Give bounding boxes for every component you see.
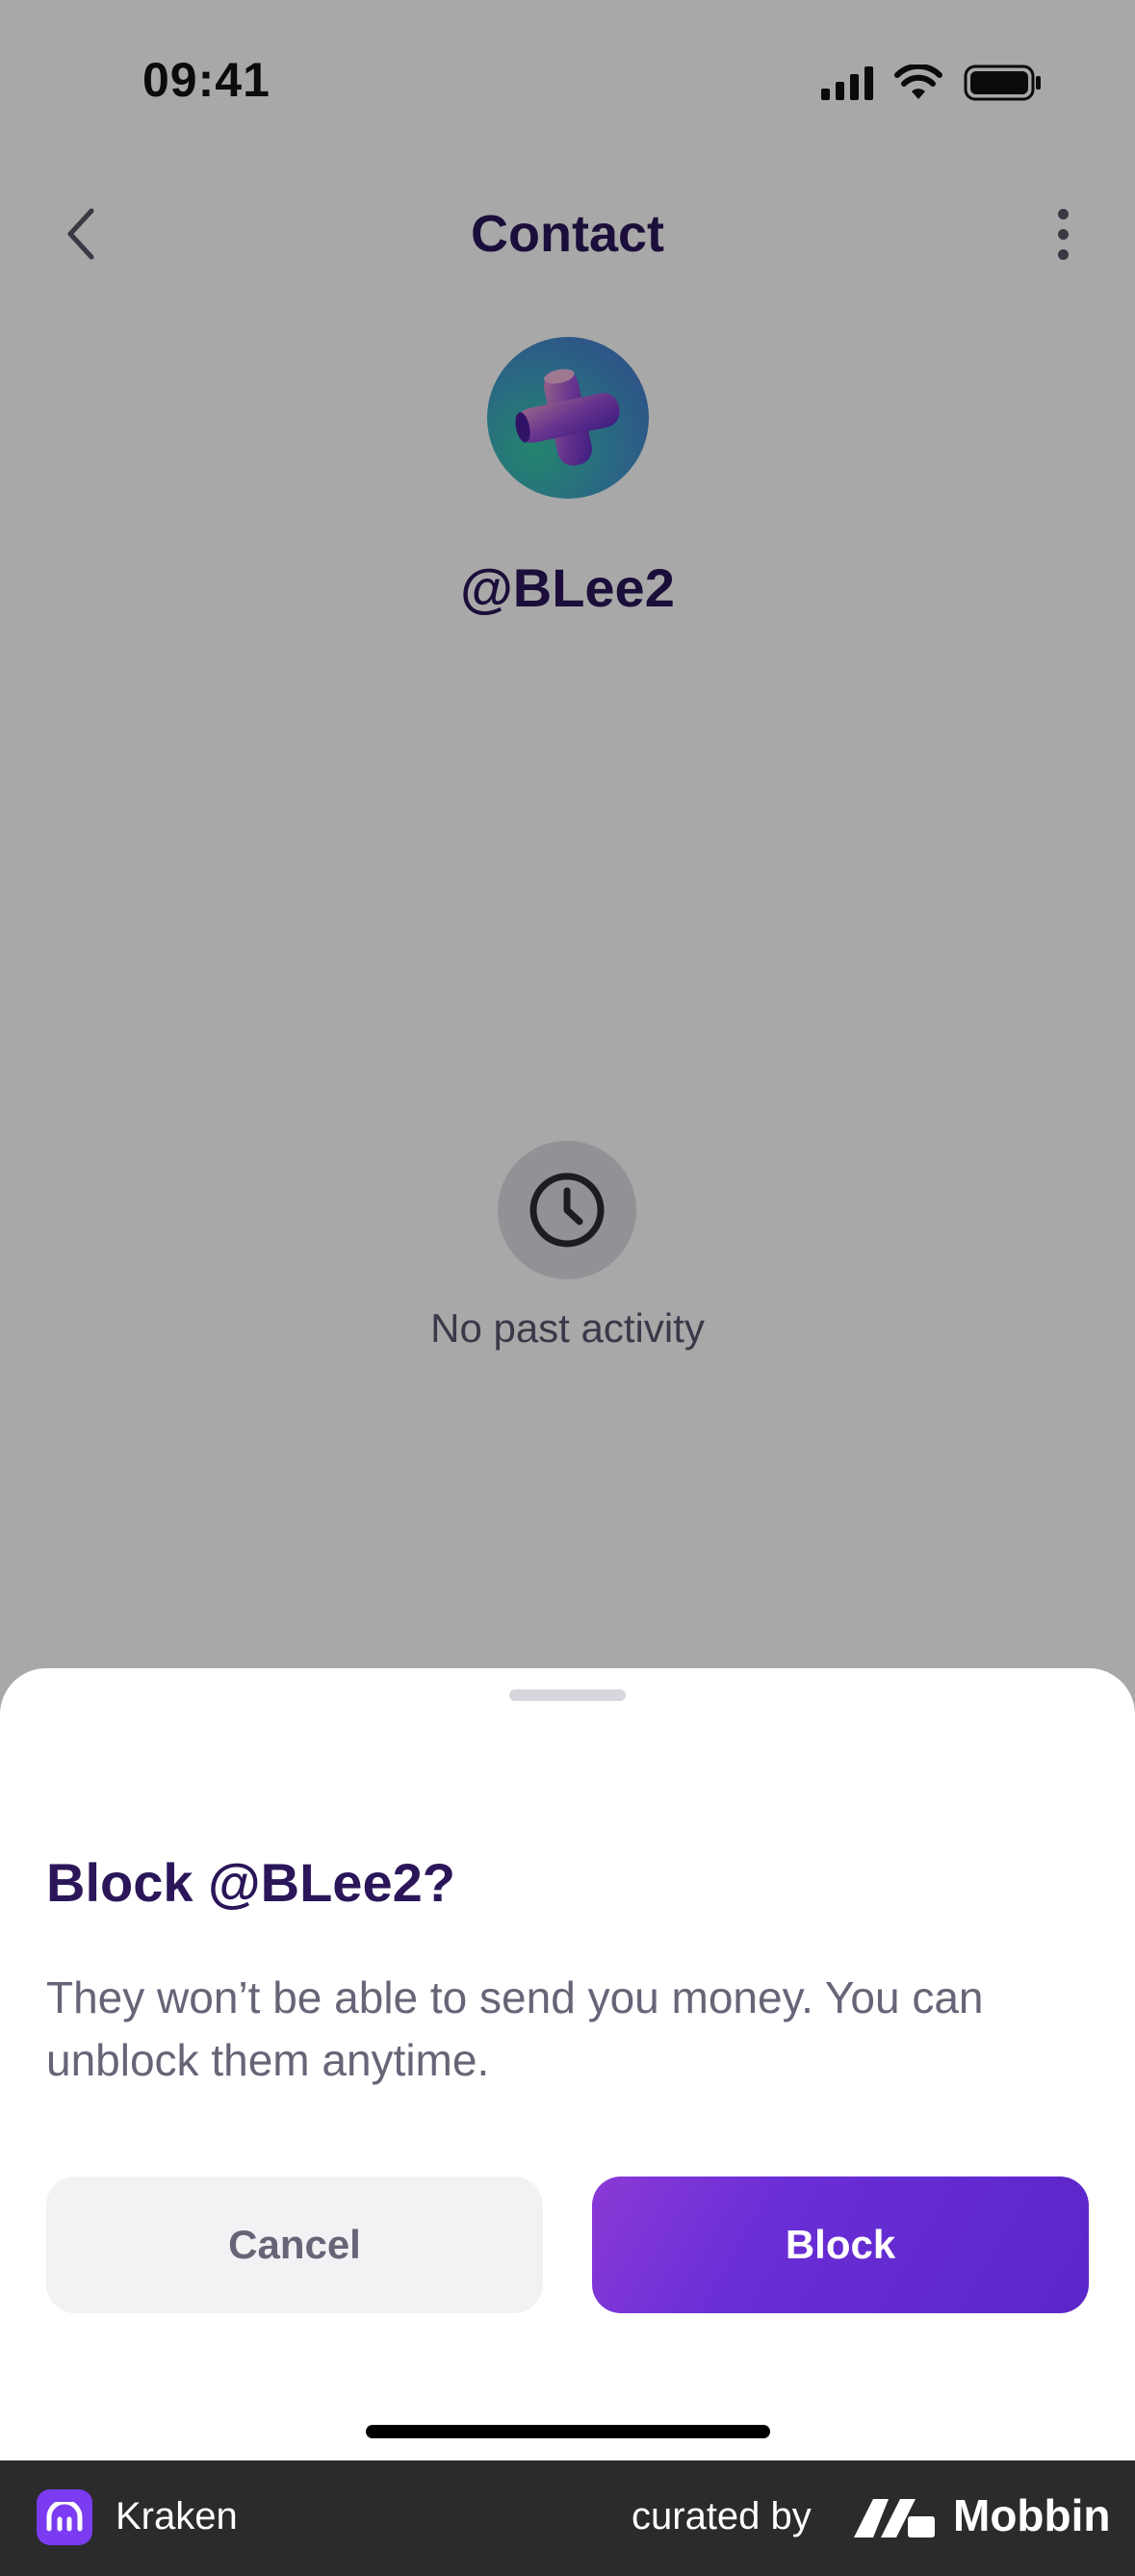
mobbin-brand: Mobbin	[953, 2490, 1111, 2540]
app-name: Kraken	[116, 2495, 238, 2537]
curated-by-label: curated by	[632, 2495, 812, 2537]
block-confirmation-sheet: Block @BLee2? They won’t be able to send…	[0, 1668, 1135, 2460]
cancel-button[interactable]: Cancel	[46, 2177, 543, 2313]
screen: 09:41 Contact @BLee2 No past activity Bl…	[0, 0, 1135, 2460]
home-indicator[interactable]	[366, 2425, 770, 2438]
attribution-footer: Kraken curated by Mobbin	[0, 2460, 1135, 2576]
block-button[interactable]: Block	[592, 2177, 1089, 2313]
sheet-description: They won’t be able to send you money. Yo…	[46, 1972, 984, 2085]
kraken-mark-icon	[46, 2502, 83, 2532]
sheet-grabber-handle[interactable]	[509, 1689, 626, 1701]
mobbin-logo-icon	[854, 2499, 935, 2537]
kraken-logo-icon	[37, 2489, 92, 2545]
sheet-title: Block @BLee2?	[46, 1852, 455, 1913]
